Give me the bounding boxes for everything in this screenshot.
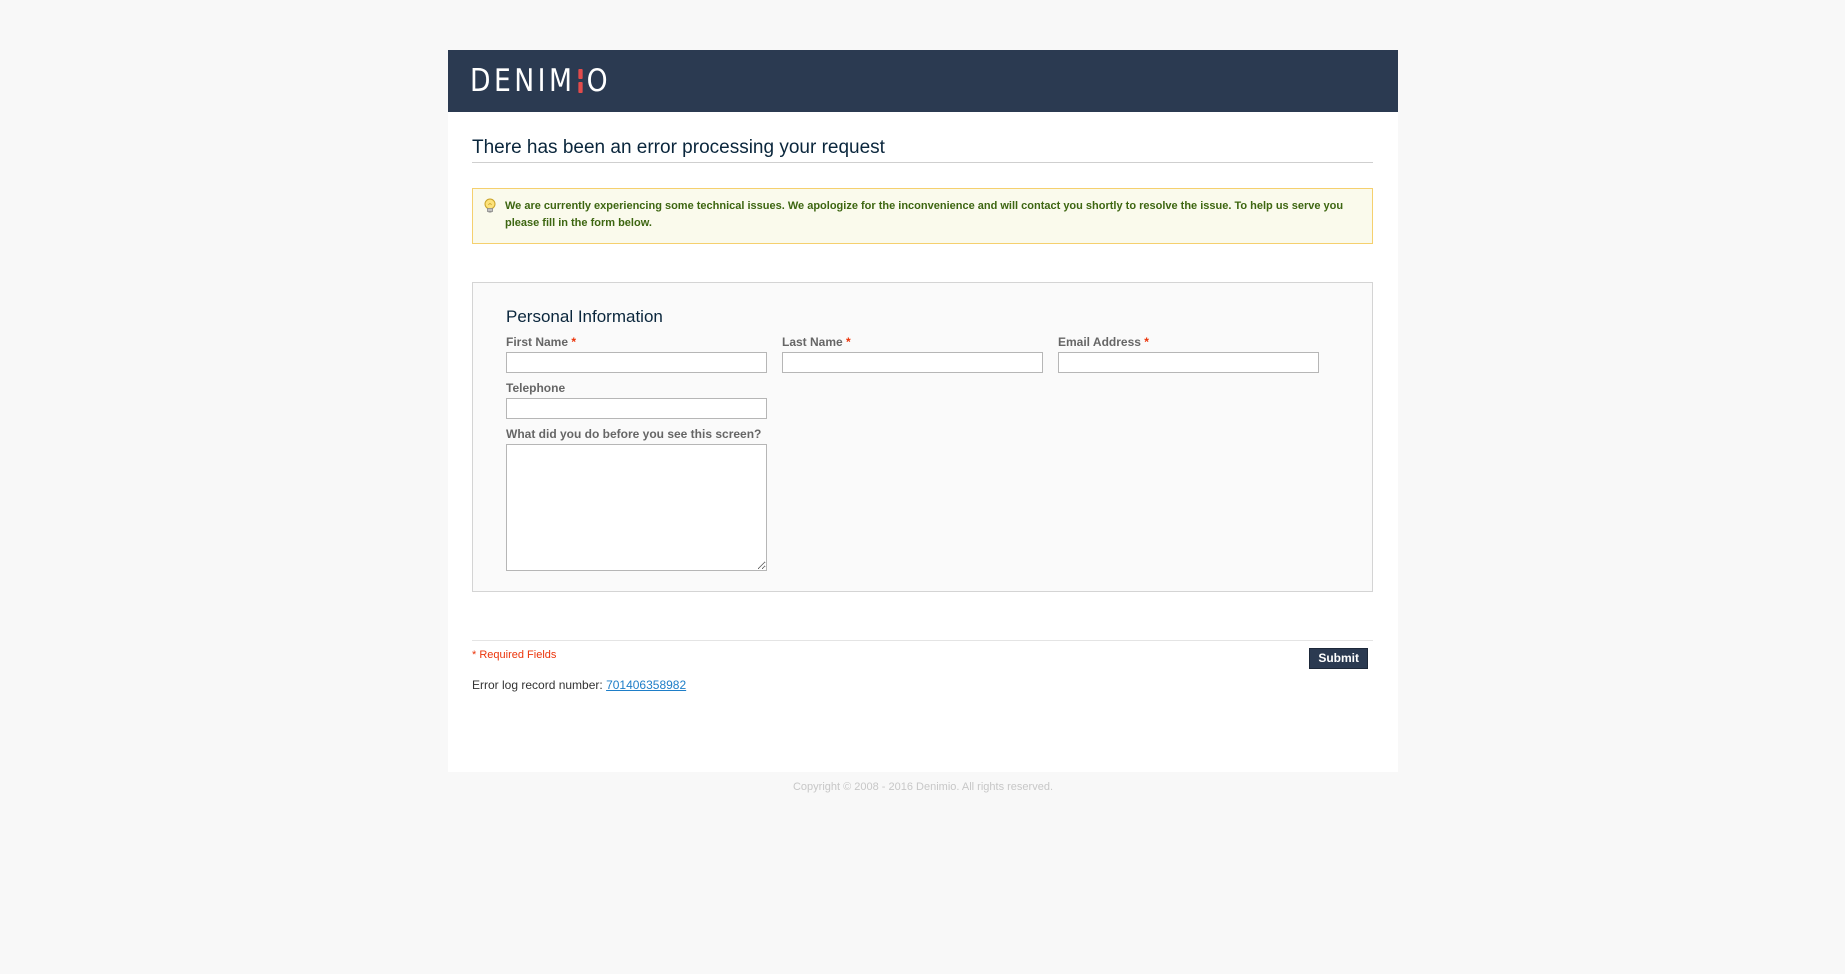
- telephone-input[interactable]: [506, 398, 767, 419]
- notice-text: We are currently experiencing some techn…: [505, 200, 1344, 229]
- required-fields-note: * Required Fields: [472, 649, 557, 661]
- logo-accent-mark: [577, 68, 583, 94]
- comment-label: What did you do before you see this scre…: [506, 427, 762, 441]
- page-container: DENIM O There has been an error processin…: [448, 50, 1398, 794]
- name-email-row: First Name * Last Name * Email Address *: [506, 335, 1339, 381]
- required-marker: *: [1144, 335, 1149, 349]
- telephone-label: Telephone: [506, 381, 566, 395]
- fieldset-legend: Personal Information: [506, 307, 663, 326]
- site-header: DENIM O: [448, 50, 1398, 112]
- lightbulb-icon: [483, 198, 497, 214]
- logo-text-left: DENIM: [470, 63, 576, 99]
- error-log-label: Error log record number:: [472, 678, 603, 692]
- email-label: Email Address *: [1058, 335, 1149, 349]
- last-name-field: Last Name *: [782, 335, 1043, 381]
- footer-copyright: Copyright © 2008 - 2016 Denimio. All rig…: [792, 781, 1053, 793]
- last-name-input[interactable]: [782, 352, 1043, 373]
- first-name-label: First Name *: [506, 335, 577, 349]
- required-marker: *: [571, 335, 577, 349]
- first-name-field: First Name *: [506, 335, 767, 381]
- comment-textarea[interactable]: [506, 444, 767, 571]
- buttons-set: * Required Fields Submit: [472, 640, 1373, 669]
- submit-button[interactable]: Submit: [1309, 648, 1368, 669]
- last-name-label: Last Name *: [782, 335, 851, 349]
- email-input[interactable]: [1058, 352, 1319, 373]
- logo-text-right: O: [586, 63, 611, 99]
- page-title: There has been an error processing your …: [472, 136, 1373, 163]
- comment-field: What did you do before you see this scre…: [506, 427, 767, 571]
- logo[interactable]: DENIM O: [470, 62, 611, 100]
- required-marker: *: [846, 335, 851, 349]
- error-log: Error log record number: 701406358982: [472, 678, 1373, 693]
- first-name-input[interactable]: [506, 352, 767, 373]
- personal-info-fieldset: Personal Information First Name * Last N…: [472, 282, 1373, 592]
- email-field: Email Address *: [1058, 335, 1319, 381]
- main-content: There has been an error processing your …: [448, 112, 1398, 772]
- notice-message: We are currently experiencing some techn…: [472, 188, 1373, 244]
- error-log-record-link[interactable]: 701406358982: [606, 678, 686, 692]
- telephone-field: Telephone: [506, 381, 767, 419]
